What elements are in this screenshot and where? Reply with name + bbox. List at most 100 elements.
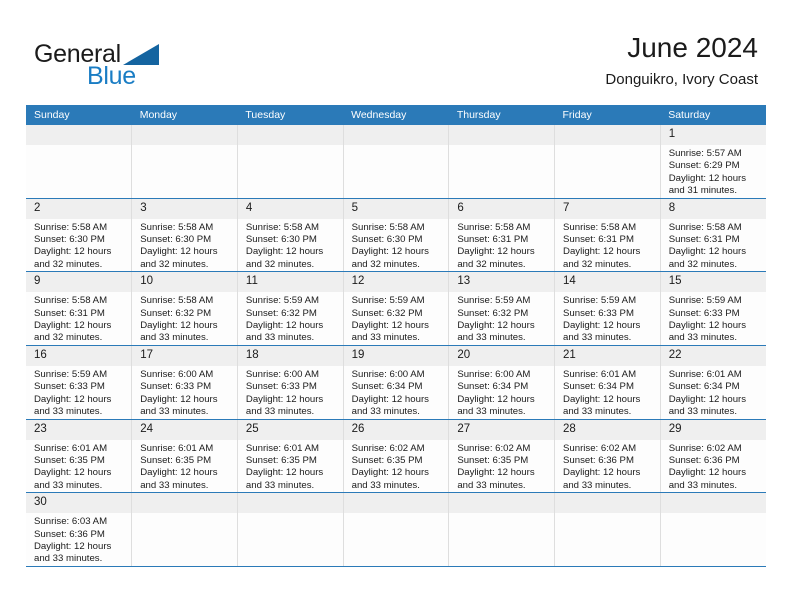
calendar-day-cell[interactable]: 17 Sunrise: 6:00 AM Sunset: 6:33 PM Dayligh… (131, 345, 238, 420)
sunset-text: Sunset: 6:33 PM (563, 307, 634, 319)
calendar-day-cell[interactable]: 26 Sunrise: 6:02 AM Sunset: 6:35 PM Dayligh… (343, 419, 450, 494)
calendar-day-cell[interactable]: 5 Sunrise: 5:58 AM Sunset: 6:30 PM Daylight… (343, 198, 450, 273)
sunrise-text: Sunrise: 6:01 AM (668, 368, 742, 380)
day-details: Sunrise: 5:57 AM Sunset: 6:29 PM Daylight:… (661, 145, 766, 198)
day-details: Sunrise: 5:59 AM Sunset: 6:33 PM Daylight:… (555, 292, 660, 345)
calendar-day-cell-empty (237, 492, 344, 567)
day-details: Sunrise: 5:58 AM Sunset: 6:30 PM Daylight:… (238, 219, 343, 272)
day-number (343, 125, 449, 145)
calendar-day-cell[interactable]: 22 Sunrise: 6:01 AM Sunset: 6:34 PM Dayligh… (660, 345, 766, 420)
calendar-day-cell[interactable]: 4 Sunrise: 5:58 AM Sunset: 6:30 PM Daylight… (237, 198, 344, 273)
calendar-day-cell[interactable]: 20 Sunrise: 6:00 AM Sunset: 6:34 PM Dayligh… (448, 345, 556, 420)
sunrise-text: Sunrise: 6:00 AM (351, 368, 425, 380)
daylight-text: Daylight: 12 hours and 33 minutes. (457, 320, 535, 344)
sunset-text: Sunset: 6:32 PM (140, 307, 212, 319)
sunrise-text: Sunrise: 6:00 AM (140, 368, 214, 380)
sunset-text: Sunset: 6:35 PM (457, 454, 529, 466)
daylight-text: Daylight: 12 hours and 33 minutes. (140, 467, 218, 491)
calendar-day-cell[interactable]: 23 Sunrise: 6:01 AM Sunset: 6:35 PM Dayligh… (26, 419, 133, 494)
daylight-text: Daylight: 12 hours and 33 minutes. (34, 540, 112, 565)
sunrise-text: Sunrise: 5:58 AM (457, 221, 531, 233)
calendar-day-cell[interactable]: 2 Sunrise: 5:58 AM Sunset: 6:30 PM Daylight… (26, 198, 133, 273)
calendar-day-cell[interactable]: 27 Sunrise: 6:02 AM Sunset: 6:35 PM Dayligh… (448, 419, 556, 494)
calendar-day-cell-empty (554, 125, 661, 199)
day-details: Sunrise: 6:00 AM Sunset: 6:33 PM Daylight:… (238, 366, 343, 419)
calendar-day-cell[interactable]: 8 Sunrise: 5:58 AM Sunset: 6:31 PM Daylight… (660, 198, 766, 273)
calendar-day-cell[interactable]: 14 Sunrise: 5:59 AM Sunset: 6:33 PM Dayligh… (554, 271, 661, 346)
day-details: Sunrise: 6:02 AM Sunset: 6:36 PM Daylight:… (661, 440, 766, 493)
calendar-day-cell[interactable]: 18 Sunrise: 6:00 AM Sunset: 6:33 PM Dayligh… (237, 345, 344, 420)
day-details: Sunrise: 5:58 AM Sunset: 6:32 PM Daylight:… (132, 292, 237, 345)
calendar-day-cell[interactable]: 10 Sunrise: 5:58 AM Sunset: 6:32 PM Dayligh… (131, 271, 238, 346)
calendar-day-cell[interactable]: 1 Sunrise: 5:57 AM Sunset: 6:29 PM Daylight… (660, 125, 766, 199)
sunrise-text: Sunrise: 5:58 AM (668, 221, 742, 233)
sunrise-text: Sunrise: 5:58 AM (140, 295, 214, 307)
weekday-header-wednesday: Wednesday (343, 105, 449, 125)
calendar-day-cell[interactable]: 19 Sunrise: 6:00 AM Sunset: 6:34 PM Dayligh… (343, 345, 450, 420)
sunset-text: Sunset: 6:32 PM (351, 307, 423, 319)
day-number (132, 493, 237, 514)
sunset-text: Sunset: 6:33 PM (668, 307, 740, 319)
daylight-text: Daylight: 12 hours and 33 minutes. (457, 467, 535, 491)
calendar-week-row: 30 Sunrise: 6:03 AM Sunset: 6:36 PM Dayligh… (26, 492, 766, 567)
calendar-day-cell[interactable]: 13 Sunrise: 5:59 AM Sunset: 6:32 PM Dayligh… (448, 271, 556, 346)
daylight-text: Daylight: 12 hours and 33 minutes. (563, 393, 641, 418)
daylight-text: Daylight: 12 hours and 33 minutes. (34, 393, 112, 418)
sunrise-text: Sunrise: 6:02 AM (457, 442, 531, 454)
calendar-day-cell-empty (343, 492, 450, 567)
sunset-text: Sunset: 6:33 PM (140, 381, 212, 393)
sunset-text: Sunset: 6:30 PM (140, 234, 212, 246)
day-details: Sunrise: 5:58 AM Sunset: 6:30 PM Daylight:… (26, 219, 131, 272)
day-number (660, 493, 766, 514)
daylight-text: Daylight: 12 hours and 32 minutes. (34, 246, 112, 270)
calendar-day-cell[interactable]: 9 Sunrise: 5:58 AM Sunset: 6:31 PM Daylight… (26, 271, 133, 346)
sunrise-text: Sunrise: 6:01 AM (140, 442, 214, 454)
calendar-day-cell-empty (448, 125, 556, 199)
day-number: 25 (237, 419, 343, 440)
day-number: 24 (132, 419, 237, 440)
sunrise-text: Sunrise: 5:59 AM (351, 295, 425, 307)
day-details: Sunrise: 5:59 AM Sunset: 6:32 PM Daylight:… (344, 292, 449, 345)
sunset-text: Sunset: 6:35 PM (245, 454, 317, 466)
day-details: Sunrise: 5:58 AM Sunset: 6:31 PM Daylight:… (555, 219, 660, 272)
sunset-text: Sunset: 6:30 PM (351, 234, 423, 246)
day-number: 23 (26, 419, 132, 440)
calendar-day-cell[interactable]: 29 Sunrise: 6:02 AM Sunset: 6:36 PM Dayligh… (660, 419, 766, 494)
calendar-day-cell[interactable]: 6 Sunrise: 5:58 AM Sunset: 6:31 PM Daylight… (448, 198, 556, 273)
calendar-day-cell[interactable]: 11 Sunrise: 5:59 AM Sunset: 6:32 PM Dayligh… (237, 271, 344, 346)
sunrise-text: Sunrise: 6:01 AM (245, 442, 319, 454)
calendar-day-cell[interactable]: 16 Sunrise: 5:59 AM Sunset: 6:33 PM Dayligh… (26, 345, 133, 420)
calendar-day-cell[interactable]: 24 Sunrise: 6:01 AM Sunset: 6:35 PM Dayligh… (131, 419, 238, 494)
calendar-day-cell[interactable]: 21 Sunrise: 6:01 AM Sunset: 6:34 PM Dayligh… (554, 345, 661, 420)
day-number (132, 125, 237, 145)
day-details: Sunrise: 6:02 AM Sunset: 6:36 PM Daylight:… (555, 440, 660, 493)
calendar-day-cell[interactable]: 30 Sunrise: 6:03 AM Sunset: 6:36 PM Dayligh… (26, 492, 133, 567)
sunset-text: Sunset: 6:36 PM (563, 454, 634, 466)
calendar-day-cell[interactable]: 12 Sunrise: 5:59 AM Sunset: 6:32 PM Dayligh… (343, 271, 450, 346)
day-number: 20 (449, 345, 555, 366)
sunrise-text: Sunrise: 5:59 AM (563, 295, 637, 307)
daylight-text: Daylight: 12 hours and 31 minutes. (668, 172, 747, 197)
calendar-day-cell[interactable]: 28 Sunrise: 6:02 AM Sunset: 6:36 PM Dayligh… (554, 419, 661, 494)
calendar-day-cell[interactable]: 7 Sunrise: 5:58 AM Sunset: 6:31 PM Daylight… (554, 198, 661, 273)
day-details: Sunrise: 5:59 AM Sunset: 6:32 PM Daylight:… (238, 292, 343, 345)
sunset-text: Sunset: 6:36 PM (668, 454, 740, 466)
calendar-week-row: 1 Sunrise: 5:57 AM Sunset: 6:29 PM Daylight… (26, 125, 766, 199)
calendar-day-cell[interactable]: 25 Sunrise: 6:01 AM Sunset: 6:35 PM Dayligh… (237, 419, 344, 494)
sunrise-text: Sunrise: 6:00 AM (457, 368, 531, 380)
day-number: 3 (132, 198, 237, 219)
daylight-text: Daylight: 12 hours and 33 minutes. (668, 320, 747, 344)
day-details: Sunrise: 6:00 AM Sunset: 6:33 PM Daylight:… (132, 366, 237, 419)
sunset-text: Sunset: 6:31 PM (563, 234, 634, 246)
day-number: 15 (660, 272, 766, 293)
day-number: 28 (555, 419, 660, 440)
day-number: 5 (343, 198, 449, 219)
sunrise-text: Sunrise: 6:03 AM (34, 516, 108, 528)
weekday-header-row: Sunday Monday Tuesday Wednesday Thursday… (26, 105, 766, 125)
sunset-text: Sunset: 6:34 PM (563, 381, 634, 393)
sunset-text: Sunset: 6:31 PM (34, 307, 105, 319)
calendar-day-cell[interactable]: 15 Sunrise: 5:59 AM Sunset: 6:33 PM Dayligh… (660, 271, 766, 346)
calendar-week-row: 16 Sunrise: 5:59 AM Sunset: 6:33 PM Dayligh… (26, 345, 766, 420)
sunrise-text: Sunrise: 5:58 AM (351, 221, 425, 233)
calendar-day-cell[interactable]: 3 Sunrise: 5:58 AM Sunset: 6:30 PM Daylight… (131, 198, 238, 273)
